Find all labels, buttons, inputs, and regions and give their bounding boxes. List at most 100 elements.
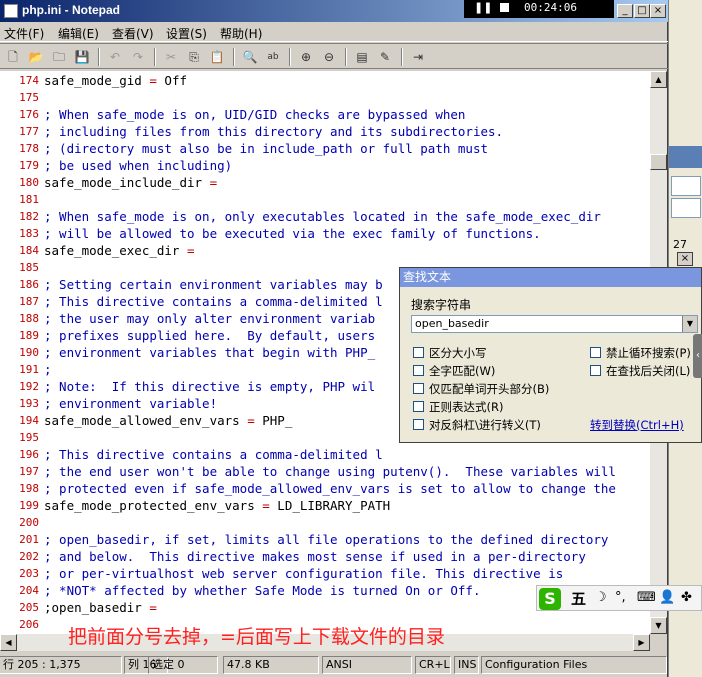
find-file-icon[interactable]: 🗀 [50, 48, 68, 66]
ime-logo-icon[interactable]: S [539, 588, 561, 610]
option-word-start[interactable]: 仅匹配单词开头部分(B) [413, 381, 549, 397]
user-icon[interactable]: 👤 [659, 590, 675, 605]
zoom-out-icon[interactable]: ⊖ [320, 48, 338, 66]
comment-text: ; will be allowed to be executed via the… [44, 226, 541, 241]
checkbox[interactable] [590, 347, 601, 358]
line-content: ; When safe_mode is on, only executables… [44, 208, 601, 225]
line-number: 179 [19, 159, 39, 172]
editor-line[interactable]: 175 [0, 89, 650, 106]
editor-line[interactable]: 183 ; will be allowed to be executed via … [0, 225, 650, 242]
editor-line[interactable]: 198 ; protected even if safe_mode_allowed… [0, 480, 650, 497]
line-number: 186 [19, 278, 39, 291]
scroll-up-icon[interactable]: ▲ [650, 71, 667, 88]
new-file-icon[interactable]: 🗋 [4, 48, 22, 66]
menu-help[interactable]: 帮助(H) [220, 25, 262, 42]
option-no-wrap[interactable]: 禁止循环搜索(P) [590, 345, 691, 361]
editor-line[interactable]: 176 ; When safe_mode is on, UID/GID check… [0, 106, 650, 123]
close-button[interactable]: × [650, 4, 666, 18]
directive-value: PHP_ [262, 413, 293, 428]
option-whole-word[interactable]: 全字匹配(W) [413, 363, 495, 379]
line-number: 181 [19, 193, 39, 206]
checkbox[interactable] [413, 419, 424, 430]
comment-text: ; When safe_mode is on, only executables… [44, 209, 601, 224]
stop-icon[interactable] [500, 3, 509, 12]
line-number: 189 [19, 329, 39, 342]
menu-edit[interactable]: 编辑(E) [58, 25, 99, 42]
line-number: 184 [19, 244, 39, 257]
chevron-left-icon[interactable]: ‹ [693, 334, 702, 378]
editor-line[interactable]: 181 [0, 191, 650, 208]
punctuation-icon[interactable]: °, [615, 590, 626, 605]
line-number: 203 [19, 567, 39, 580]
scheme-icon[interactable]: ✎ [376, 48, 394, 66]
checkbox[interactable] [413, 401, 424, 412]
cut-icon[interactable]: ✂ [162, 48, 180, 66]
replace-icon[interactable]: ab [264, 48, 282, 66]
editor-line[interactable]: 196 ; This directive contains a comma-del… [0, 446, 650, 463]
menu-file[interactable]: 文件(F) [4, 25, 44, 42]
find-dialog-title[interactable]: 查找文本 [400, 268, 701, 287]
editor-line[interactable]: 178 ; (directory must also be in include_… [0, 140, 650, 157]
comment-text: ; environment variables that begin with … [44, 345, 376, 360]
scroll-left-icon[interactable]: ◀ [0, 634, 17, 651]
comment-text: ; or per-virtualhost web server configur… [44, 566, 564, 581]
editor-line[interactable]: 180 safe_mode_include_dir = [0, 174, 650, 191]
maximize-button[interactable]: □ [634, 4, 650, 18]
editor-line[interactable]: 202 ; and below. This directive makes mos… [0, 548, 650, 565]
copy-icon[interactable]: ⎘ [185, 48, 203, 66]
menu-settings[interactable]: 设置(S) [166, 25, 207, 42]
view-icon[interactable]: ▤ [353, 48, 371, 66]
ime-mode[interactable]: 五 [571, 588, 586, 609]
keyboard-icon[interactable]: ⌨ [637, 590, 656, 605]
zoom-in-icon[interactable]: ⊕ [297, 48, 315, 66]
line-content: ; environment variable! [44, 395, 217, 412]
apps-icon[interactable]: ✤ [681, 590, 692, 605]
status-encoding: ANSI [322, 656, 412, 674]
option-escape-backslash[interactable]: 对反斜杠\进行转义(T) [413, 417, 541, 433]
checkbox[interactable] [413, 383, 424, 394]
chevron-down-icon[interactable]: ▼ [682, 316, 697, 332]
editor-line[interactable]: 174 safe_mode_gid = Off [0, 72, 650, 89]
redo-icon[interactable]: ↷ [129, 48, 147, 66]
find-icon[interactable]: 🔍 [241, 48, 259, 66]
open-icon[interactable]: 📂 [27, 48, 45, 66]
editor-line[interactable]: 179 ; be used when including) [0, 157, 650, 174]
line-content: ; Setting certain environment variables … [44, 276, 383, 293]
status-line-ending: CR+LF [415, 656, 451, 674]
minimize-button[interactable]: _ [617, 4, 633, 18]
goto-replace-link[interactable]: 转到替换(Ctrl+H) [590, 417, 684, 433]
status-scheme: Configuration Files [481, 656, 667, 674]
toolbar-separator [289, 48, 291, 66]
pause-icon[interactable]: ❚❚ [474, 1, 492, 14]
undo-icon[interactable]: ↶ [106, 48, 124, 66]
directive-key: safe_mode_protected_env_vars [44, 498, 255, 513]
editor-line[interactable]: 177 ; including files from this directory… [0, 123, 650, 140]
search-input[interactable]: open_basedir ▼ [411, 315, 698, 333]
line-content: safe_mode_gid = Off [44, 72, 187, 89]
line-content: ; protected even if safe_mode_allowed_en… [44, 480, 616, 497]
exit-icon[interactable]: ⇥ [409, 48, 427, 66]
editor-line[interactable]: 182 ; When safe_mode is on, only executab… [0, 208, 650, 225]
scroll-right-icon[interactable]: ▶ [633, 634, 650, 651]
editor-line[interactable]: 197 ; the end user won't be able to chang… [0, 463, 650, 480]
editor-line[interactable]: 184 safe_mode_exec_dir = [0, 242, 650, 259]
option-close-after-find[interactable]: 在查找后关闭(L) [590, 363, 690, 379]
line-content: ; will be allowed to be executed via the… [44, 225, 541, 242]
editor-line[interactable]: 200 [0, 514, 650, 531]
scroll-thumb[interactable] [650, 154, 667, 170]
directive-operator: = [179, 243, 195, 258]
option-regex[interactable]: 正则表达式(R) [413, 399, 503, 415]
editor-line[interactable]: 203 ; or per-virtualhost web server confi… [0, 565, 650, 582]
checkbox[interactable] [413, 365, 424, 376]
save-icon[interactable]: 💾 [73, 48, 91, 66]
moon-icon[interactable]: ☽ [595, 590, 607, 605]
menu-view[interactable]: 查看(V) [112, 25, 154, 42]
checkbox[interactable] [413, 347, 424, 358]
checkbox[interactable] [590, 365, 601, 376]
background-close-button[interactable]: × [677, 252, 693, 266]
editor-line[interactable]: 201 ; open_basedir, if set, limits all fi… [0, 531, 650, 548]
scroll-down-icon[interactable]: ▼ [650, 617, 667, 634]
editor-line[interactable]: 199 safe_mode_protected_env_vars = LD_LIB… [0, 497, 650, 514]
paste-icon[interactable]: 📋 [208, 48, 226, 66]
option-match-case[interactable]: 区分大小写 [413, 345, 487, 361]
